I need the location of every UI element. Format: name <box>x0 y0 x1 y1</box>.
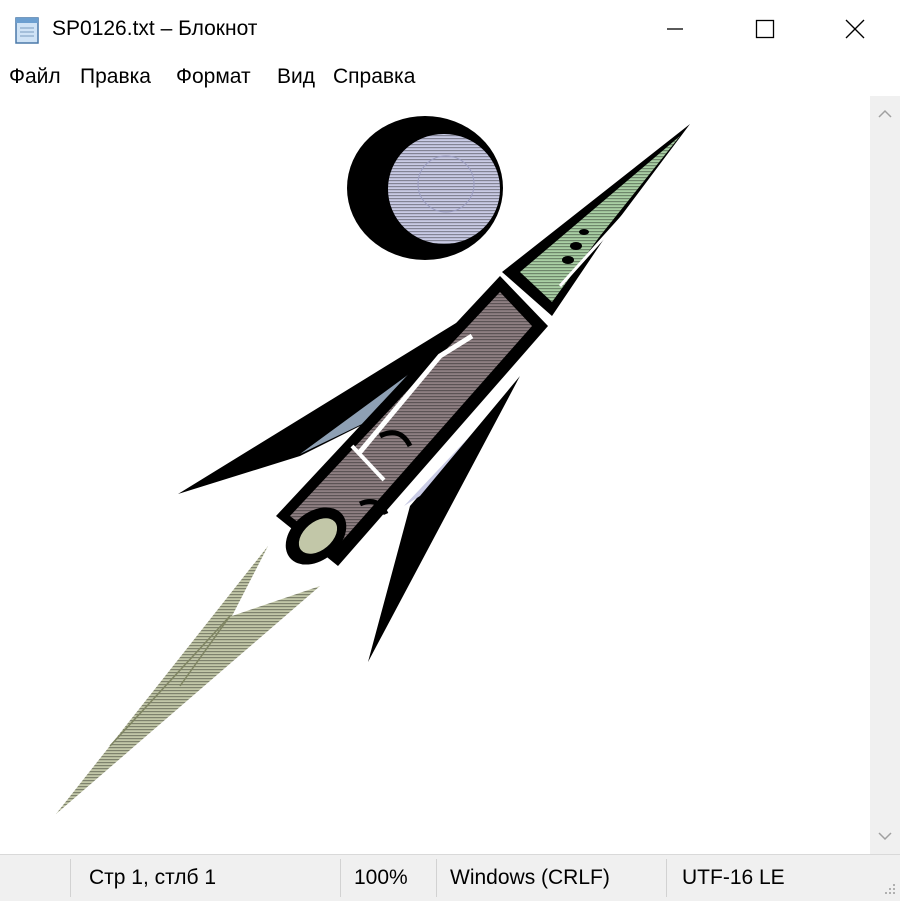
line-endings: Windows (CRLF) <box>450 866 610 889</box>
status-bar: Стр 1, стлб 1 100% Windows (CRLF) UTF-16… <box>0 854 900 901</box>
zoom-level: 100% <box>354 866 408 889</box>
rocket-nose <box>502 124 690 316</box>
maximize-button[interactable] <box>720 0 810 58</box>
status-divider <box>70 859 71 897</box>
moon <box>347 116 503 260</box>
chevron-up-icon <box>878 109 892 118</box>
encoding: UTF-16 LE <box>682 866 785 889</box>
minimize-button[interactable] <box>630 0 720 58</box>
window-title: SP0126.txt – Блокнот <box>52 17 258 40</box>
status-divider <box>340 859 341 897</box>
menu-help[interactable]: Справка <box>333 65 415 89</box>
close-icon <box>845 19 865 39</box>
maximize-icon <box>755 19 775 39</box>
text-editor[interactable] <box>0 96 870 854</box>
menu-view[interactable]: Вид <box>277 65 315 89</box>
title-bar[interactable]: SP0126.txt – Блокнот <box>0 0 900 58</box>
exhaust-trail <box>56 546 320 814</box>
menu-format[interactable]: Формат <box>176 65 251 89</box>
minimize-icon <box>667 28 683 30</box>
scroll-down-button[interactable] <box>870 824 900 848</box>
scroll-up-button[interactable] <box>870 102 900 126</box>
menu-file[interactable]: Файл <box>9 65 61 89</box>
chevron-down-icon <box>878 832 892 841</box>
notepad-icon <box>14 15 42 45</box>
close-button[interactable] <box>810 0 900 58</box>
vertical-scrollbar[interactable] <box>870 96 900 854</box>
menu-bar: Файл Правка Формат Вид Справка <box>0 58 900 96</box>
status-divider <box>666 859 667 897</box>
status-divider <box>436 859 437 897</box>
cursor-position: Стр 1, стлб 1 <box>89 866 217 889</box>
rocket-ascii-art <box>56 116 690 814</box>
menu-edit[interactable]: Правка <box>80 65 151 89</box>
resize-grip-icon[interactable] <box>878 879 898 899</box>
